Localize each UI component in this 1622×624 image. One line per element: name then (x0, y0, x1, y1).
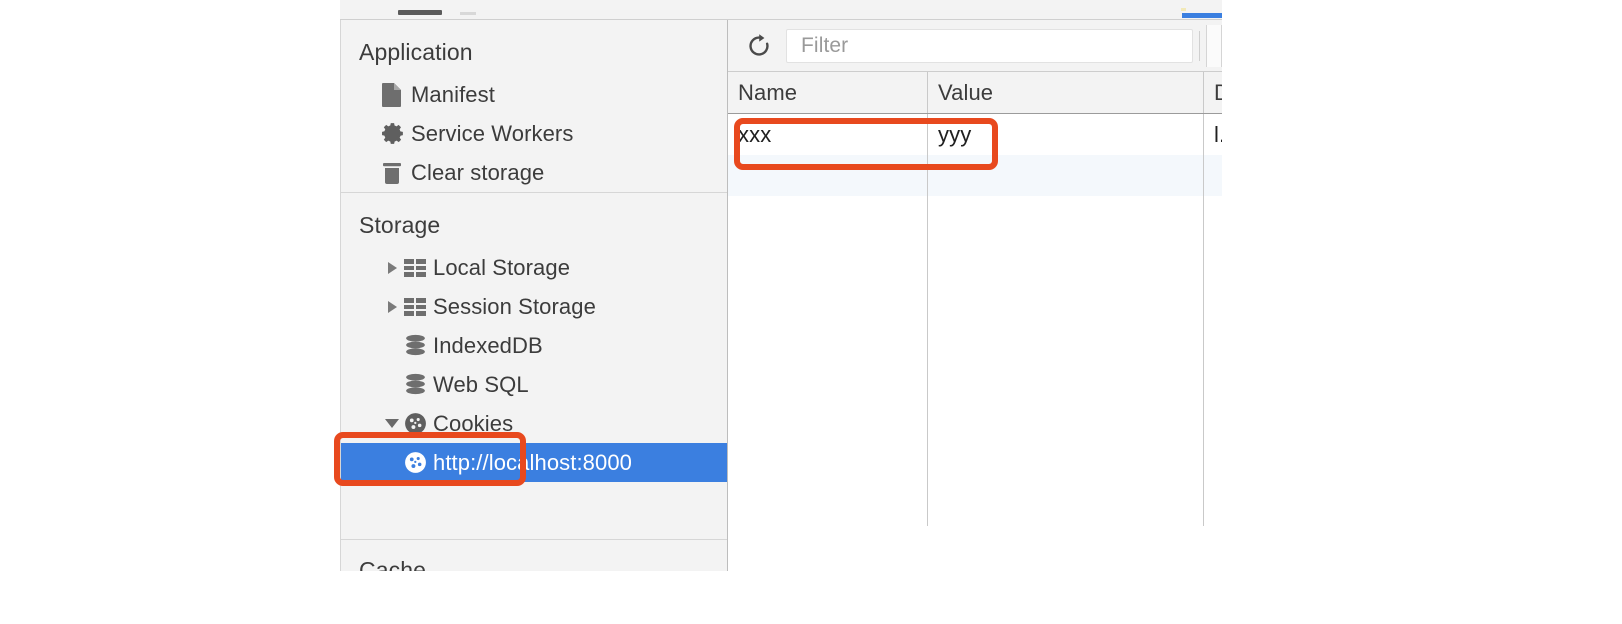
table-header-row: Name Value D (728, 72, 1222, 114)
cell-empty (728, 196, 928, 526)
gear-icon (381, 121, 411, 146)
tab-strip-tick (1181, 8, 1186, 11)
tab-active-indicator (1182, 13, 1222, 18)
cell-empty (1204, 155, 1222, 196)
sidebar-item-label: Manifest (411, 81, 495, 107)
chevron-right-icon[interactable] (381, 261, 403, 274)
sidebar-section-storage: Storage Local Storage Session Storage In… (341, 192, 727, 482)
sidebar-item-cookies[interactable]: Cookies (341, 404, 727, 443)
sidebar-item-label: IndexedDB (433, 332, 543, 358)
table-icon (403, 257, 433, 279)
tab-clipped-active[interactable] (398, 10, 442, 15)
trash-icon (381, 160, 411, 186)
scrollbar-track[interactable] (1206, 24, 1222, 67)
cell-empty (928, 196, 1204, 526)
cookies-toolbar: Filter (728, 20, 1222, 72)
sidebar-section-application: Application Manifest Service Workers Cle… (341, 20, 727, 192)
cell-empty (728, 155, 928, 196)
table-row-empty[interactable] (728, 196, 1222, 526)
cookie-icon (403, 450, 433, 475)
sidebar-item-local-storage[interactable]: Local Storage (341, 248, 727, 287)
sidebar-item-manifest[interactable]: Manifest (341, 75, 727, 114)
cell-name[interactable]: xxx (728, 114, 928, 155)
devtools-application-panel: Application Manifest Service Workers Cle… (340, 0, 1222, 571)
sidebar-item-web-sql[interactable]: Web SQL (341, 365, 727, 404)
database-icon (403, 372, 433, 397)
cell-value[interactable]: yyy (928, 114, 1204, 155)
document-icon (381, 82, 411, 108)
column-header-name[interactable]: Name (728, 72, 928, 113)
toolbar-divider (1199, 30, 1200, 61)
sidebar-item-label: Cookies (433, 410, 514, 436)
refresh-icon[interactable] (740, 27, 778, 65)
sidebar-item-service-workers[interactable]: Service Workers (341, 114, 727, 153)
section-title-cache: Cache (359, 557, 426, 571)
column-header-value[interactable]: Value (928, 72, 1204, 113)
sidebar-item-session-storage[interactable]: Session Storage (341, 287, 727, 326)
sidebar-item-cookie-origin[interactable]: http://localhost:8000 (341, 443, 727, 482)
section-title-storage: Storage (359, 212, 441, 238)
sidebar-item-label: Service Workers (411, 120, 574, 146)
devtools-tab-strip[interactable] (340, 0, 1222, 20)
tab-clipped-secondary[interactable] (460, 12, 476, 15)
cookies-content-area: Filter Name Value D xxx yyy l. (728, 20, 1222, 571)
storage-tree-sidebar[interactable]: Application Manifest Service Workers Cle… (340, 20, 728, 571)
sidebar-item-label: Local Storage (433, 254, 571, 280)
column-header-domain[interactable]: D (1204, 72, 1222, 113)
cookie-icon (403, 411, 433, 436)
sidebar-item-indexeddb[interactable]: IndexedDB (341, 326, 727, 365)
table-icon (403, 296, 433, 318)
sidebar-item-clear-storage[interactable]: Clear storage (341, 153, 727, 192)
sidebar-item-label: Web SQL (433, 371, 529, 397)
cookies-table: Name Value D xxx yyy l. (728, 72, 1222, 526)
filter-input[interactable]: Filter (786, 28, 1193, 63)
sidebar-section-cache: Cache (341, 539, 727, 571)
cell-domain[interactable]: l. (1204, 114, 1222, 155)
chevron-down-icon[interactable] (381, 419, 403, 428)
section-title-application: Application (359, 39, 473, 65)
sidebar-item-label: Clear storage (411, 159, 545, 185)
sidebar-item-label: Session Storage (433, 293, 596, 319)
chevron-right-icon[interactable] (381, 300, 403, 313)
sidebar-item-label: http://localhost:8000 (433, 449, 633, 475)
table-row-empty[interactable] (728, 155, 1222, 196)
database-icon (403, 333, 433, 358)
cell-empty (928, 155, 1204, 196)
table-row[interactable]: xxx yyy l. (728, 114, 1222, 155)
cell-empty (1204, 196, 1222, 526)
